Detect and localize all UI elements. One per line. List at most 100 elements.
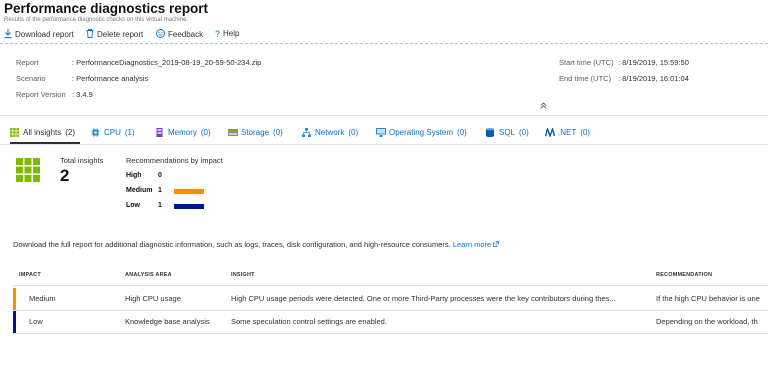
tab-label: Storage [241,128,270,137]
learn-more-link[interactable]: Learn more [452,240,500,249]
tab-label: Network [315,128,345,137]
page-title: Performance diagnostics report [4,1,209,16]
impact-label-low: Low [126,202,140,209]
cpu-icon [91,128,100,137]
download-report-label: Download report [15,29,74,39]
database-icon [486,128,495,137]
column-header-recommendation[interactable]: RECOMMENDATION [656,272,712,278]
tab-label: Memory [168,128,197,137]
row-impact: Medium [29,294,56,303]
divider [0,115,768,116]
tab-label: CPU [104,128,121,137]
tab-count: (0) [519,128,529,137]
impact-bar-medium [174,189,204,194]
report-label: Report [16,58,39,67]
tab-label: Operating System [389,128,454,137]
report-version-text: 3.4.9 [76,90,93,99]
grid-icon [10,128,19,137]
tab-storage[interactable]: Storage (0) [228,128,283,137]
monitor-icon [376,128,386,137]
table-row[interactable]: Low Knowledge base analysis Some specula… [13,311,768,333]
tab-operating-system[interactable]: Operating System (0) [376,128,467,137]
row-divider [13,333,768,334]
tab-count: (0) [348,128,359,137]
end-time-text: 8/19/2019, 16:01:04 [622,74,689,83]
insights-grid-icon [16,158,40,187]
delete-report-label: Delete report [97,29,144,39]
tab-count: (1) [124,128,135,137]
report-filename: PerformanceDiagnostics_2019-08-19_20-59-… [76,58,262,67]
column-header-impact[interactable]: IMPACT [19,272,41,278]
tab-label: All insights [23,128,62,137]
help-button[interactable]: ? Help [215,29,239,38]
tab-count: (2) [65,128,76,137]
impact-label-medium: Medium [126,187,153,194]
delete-report-button[interactable]: Delete report [86,29,143,39]
row-analysis-area: High CPU usage [125,294,181,303]
row-recommendation: Depending on the workload, th [656,317,758,326]
tab-sql[interactable]: SQL (0) [486,128,529,137]
row-recommendation: If the high CPU behavior is une [656,294,760,303]
dotnet-icon [544,126,556,139]
tab-cpu[interactable]: CPU (1) [91,128,135,137]
column-header-insight[interactable]: INSIGHT [231,272,255,278]
column-header-analysis-area[interactable]: ANALYSIS AREA [125,272,172,278]
download-note: Download the full report for additional … [13,240,500,249]
header-divider [13,285,768,286]
end-time-value: : 8/19/2019, 16:01:04 [618,74,689,83]
tabs-divider [0,144,768,145]
total-insights-label: Total insights [60,156,104,165]
total-insights-value: 2 [60,166,70,185]
tab-count: (0) [457,128,467,137]
tab-count: (0) [580,128,591,137]
impact-color-stripe [13,311,16,333]
tab-dotnet[interactable]: .NET (0) [544,126,591,139]
collapse-toggle[interactable] [540,102,547,111]
page-subtitle: Results of the performance diagnostic ch… [4,17,189,23]
start-time-value: : 8/19/2019, 15:59:50 [618,58,689,67]
impact-label-high: High [126,172,142,179]
feedback-button[interactable]: Feedback [156,29,203,39]
tab-label: .NET [558,128,577,137]
network-icon [302,128,311,137]
download-report-button[interactable]: Download report [4,29,74,39]
tab-count: (0) [273,128,283,137]
insight-tabs: All insights (2) CPU (1) Memory (0) Stor… [0,126,768,144]
row-insight: High CPU usage periods were detected. On… [231,294,616,303]
impact-count-medium: 1 [158,187,162,194]
report-version-label: Report Version [16,90,66,99]
memory-icon [155,128,164,137]
table-row[interactable]: Medium High CPU usage High CPU usage per… [13,288,768,310]
row-analysis-area: Knowledge base analysis [125,317,210,326]
impact-color-stripe [13,288,16,310]
impact-count-high: 0 [158,172,162,179]
tab-label: SQL [499,128,516,137]
smiley-icon [156,29,165,39]
double-chevron-up-icon [540,102,547,111]
impact-bar-low [174,204,204,209]
tab-all-insights[interactable]: All insights (2) [10,128,75,137]
question-icon: ? [215,28,221,39]
impact-count-low: 1 [158,202,162,209]
end-time-label: End time (UTC) [559,74,612,83]
help-label: Help [223,29,240,38]
external-link-icon [493,240,500,249]
scenario-text: Performance analysis [76,74,149,83]
tab-network[interactable]: Network (0) [302,128,358,137]
report-value: : PerformanceDiagnostics_2019-08-19_20-5… [72,58,262,67]
download-icon [4,29,12,39]
learn-more-label: Learn more [452,240,492,249]
tab-memory[interactable]: Memory (0) [155,128,211,137]
command-bar: Download report Delete report Feedback ?… [0,25,768,44]
report-version-value: : 3.4.9 [72,90,93,99]
start-time-text: 8/19/2019, 15:59:50 [622,58,689,67]
row-insight: Some speculation control settings are en… [231,317,387,326]
download-note-text: Download the full report for additional … [13,240,451,249]
scenario-value: : Performance analysis [72,74,149,83]
impact-chart-title: Recommendations by impact [126,156,223,165]
start-time-label: Start time (UTC) [559,58,614,67]
trash-icon [86,29,94,39]
feedback-label: Feedback [168,29,204,39]
storage-icon [228,128,238,137]
scenario-label: Scenario [16,74,46,83]
